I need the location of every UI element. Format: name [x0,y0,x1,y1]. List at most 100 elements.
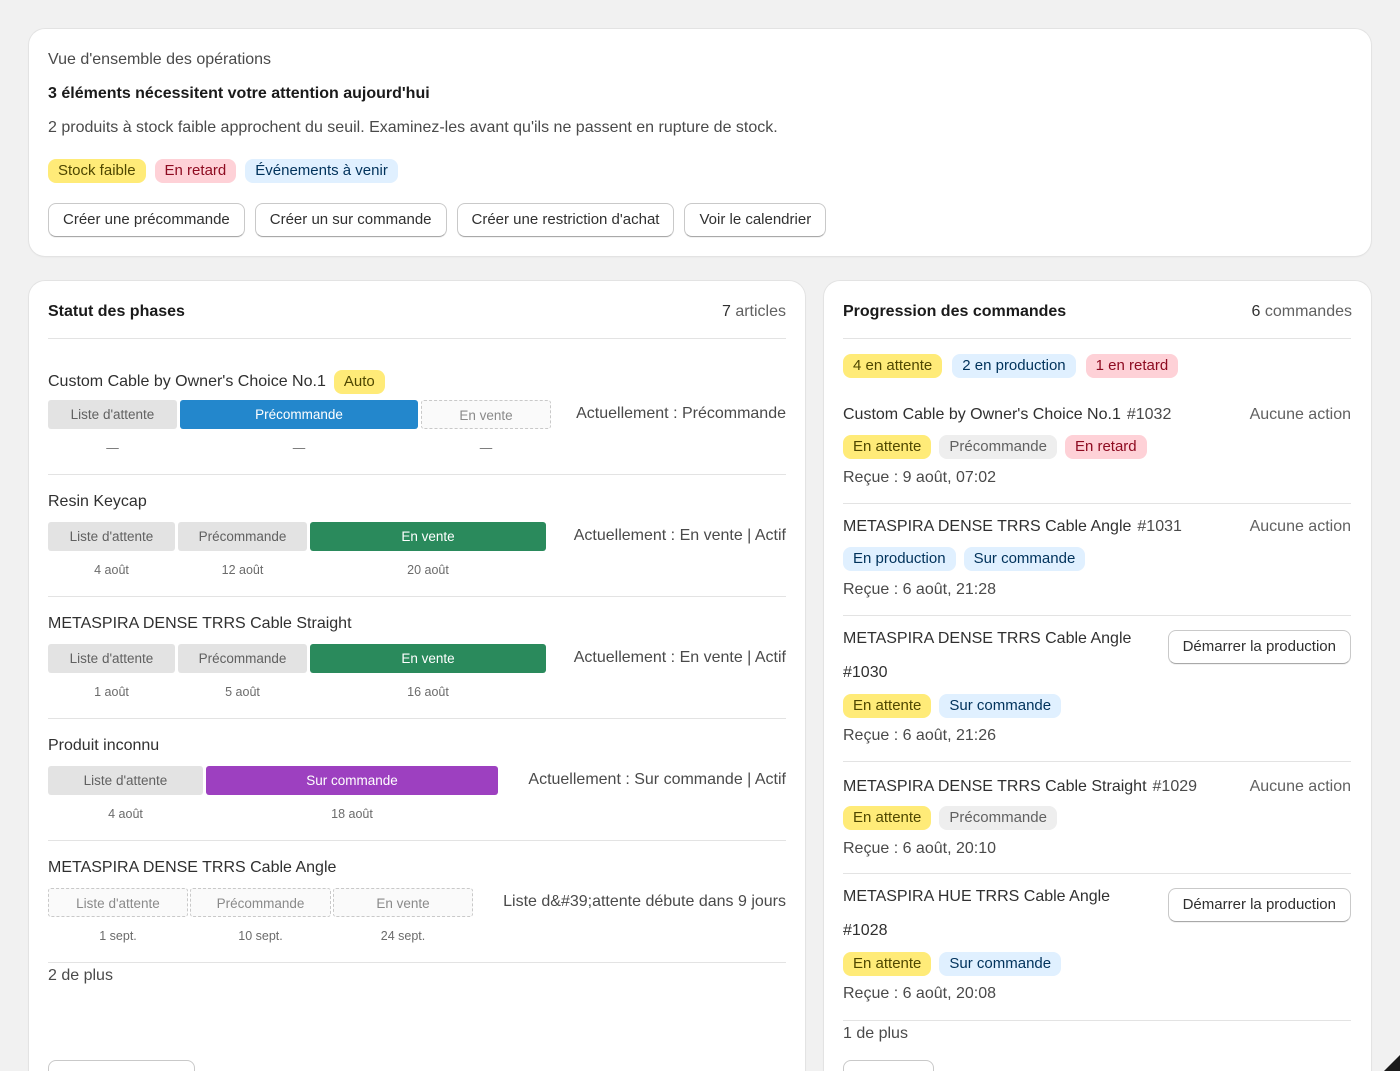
overview-kicker: Vue d'ensemble des opérations [48,51,272,68]
backorder-badge: Sur commande [939,952,1062,976]
pending-badge: En attente [843,694,932,718]
order-product-name: METASPIRA DENSE TRRS Cable Angle [843,630,1132,647]
in-production-count-badge: 2 en production [952,354,1076,378]
phase-date: 16 août [407,685,449,699]
order-action-text: Aucune action [1249,778,1351,795]
product-name: Resin Keycap [48,493,147,510]
divider [843,873,1351,874]
phase-count-label: articles [735,303,786,320]
create-preorder-button[interactable]: Créer une précommande [48,203,245,237]
late-badge: En retard [1064,435,1147,459]
phase-row[interactable]: Produit inconnu Liste d'attente Sur comm… [48,737,786,827]
order-number: #1029 [1152,778,1198,795]
low-stock-badge: Stock faible [48,159,146,183]
create-backorder-button[interactable]: Créer un sur commande [254,203,447,237]
divider [843,761,1351,762]
order-title: METASPIRA DENSE TRRS Cable Angle [843,630,1143,648]
segment-on-sale: En vente [333,888,473,917]
order-row[interactable]: METASPIRA HUE TRRS Cable Angle #1028 Dém… [843,888,1351,1018]
phase-product-name: METASPIRA DENSE TRRS Cable Straight [48,615,352,633]
segment-waitlist: Liste d'attente [48,400,177,429]
phase-date: 24 sept. [380,929,426,943]
phase-status-text: Actuellement : En vente | Actif [573,527,786,544]
order-number: #1032 [1126,406,1172,423]
phases-footer-button[interactable] [48,1060,195,1071]
phase-date: — [106,441,119,455]
pending-count-badge: 4 en attente [843,354,943,378]
order-number: #1028 [843,922,888,939]
phase-row[interactable]: Custom Cable by Owner's Choice No.1 Auto… [48,370,786,460]
late-count-badge: 1 en retard [1085,354,1179,378]
segment-waitlist: Liste d'attente [48,888,188,917]
order-received-date: Reçue : 6 août, 20:08 [843,985,996,1002]
order-received-date: Reçue : 6 août, 20:10 [843,840,996,857]
phase-row[interactable]: METASPIRA DENSE TRRS Cable Straight List… [48,615,786,705]
order-row[interactable]: Custom Cable by Owner's Choice No.1 #1032… [843,406,1351,501]
phase-product-name: Resin Keycap [48,493,147,511]
overview-tags: Stock faible En retard Événements à veni… [48,159,398,183]
segment-waitlist: Liste d'attente [48,644,175,673]
order-product-name: METASPIRA DENSE TRRS Cable Angle [843,518,1132,535]
order-row[interactable]: METASPIRA DENSE TRRS Cable Angle #1031 Au… [843,518,1351,613]
phase-status-card: Statut des phases 7 articles Custom Cabl… [29,281,805,1071]
phase-date: 4 août [108,807,143,821]
divider [48,840,786,841]
phase-product-name: METASPIRA DENSE TRRS Cable Angle [48,859,336,877]
product-name: METASPIRA DENSE TRRS Cable Angle [48,859,337,876]
backorder-badge: Sur commande [939,694,1062,718]
phase-product-name: Produit inconnu [48,737,159,755]
order-product-name: METASPIRA HUE TRRS Cable Angle [843,888,1111,905]
phase-row[interactable]: Resin Keycap Liste d'attente Précommande… [48,493,786,583]
divider [843,338,1351,339]
phase-status-text: Actuellement : Sur commande | Actif [528,771,786,788]
order-action-text: Aucune action [1249,518,1351,535]
phase-row[interactable]: METASPIRA DENSE TRRS Cable Angle Liste d… [48,859,786,949]
orders-footer-button[interactable] [843,1060,934,1071]
phases-more-link[interactable]: 2 de plus [48,967,113,985]
order-progress-title: Progression des commandes [843,303,1067,320]
segment-waitlist: Liste d'attente [48,522,175,551]
overview-actions: Créer une précommande Créer un sur comma… [48,203,827,237]
order-tags: En attente Sur commande [843,952,1062,976]
order-tags: En attente Précommande En retard [843,435,1147,459]
auto-badge: Auto [333,370,385,394]
late-badge: En retard [154,159,237,183]
segment-preorder: Précommande [178,644,307,673]
phase-status-count: 7 articles [722,303,786,321]
order-tags: En attente Précommande [843,806,1057,830]
order-row[interactable]: METASPIRA DENSE TRRS Cable Angle #1030 D… [843,630,1351,760]
order-product-name: Custom Cable by Owner's Choice No.1 [843,406,1121,423]
phase-date: 5 août [225,685,260,699]
segment-preorder: Précommande [180,400,418,429]
order-tags: En attente Sur commande [843,694,1062,718]
in-production-badge: En production [843,547,956,571]
order-count-number: 6 [1251,303,1261,320]
pending-badge: En attente [843,435,932,459]
create-purchase-restriction-button[interactable]: Créer une restriction d'achat [456,203,675,237]
phase-status-text: Actuellement : En vente | Actif [573,649,786,666]
order-count-label: commandes [1264,303,1352,320]
phase-date: 4 août [94,563,129,577]
phase-date: 18 août [331,807,373,821]
pending-badge: En attente [843,806,932,830]
order-title: METASPIRA HUE TRRS Cable Angle [843,888,1143,906]
orders-more-link[interactable]: 1 de plus [843,1025,908,1043]
view-calendar-button[interactable]: Voir le calendrier [684,203,827,237]
overview-card: Vue d'ensemble des opérations 3 éléments… [29,29,1371,256]
order-row[interactable]: METASPIRA DENSE TRRS Cable Straight #1029… [843,778,1351,873]
order-received-date: Reçue : 6 août, 21:26 [843,727,996,744]
product-name: METASPIRA DENSE TRRS Cable Straight [48,615,352,632]
divider [843,503,1351,504]
start-production-button[interactable]: Démarrer la production [1167,888,1351,922]
segment-on-sale: En vente [310,644,546,673]
start-production-button[interactable]: Démarrer la production [1167,630,1351,664]
divider [843,1020,1351,1021]
order-product-name: METASPIRA DENSE TRRS Cable Straight [843,778,1147,795]
segment-on-sale: En vente [310,522,546,551]
pending-badge: En attente [843,952,932,976]
order-received-date: Reçue : 6 août, 21:28 [843,581,996,598]
order-number: #1031 [1137,518,1182,535]
divider [48,338,786,339]
order-received-date: Reçue : 9 août, 07:02 [843,469,996,486]
segment-on-sale: En vente [421,400,551,429]
